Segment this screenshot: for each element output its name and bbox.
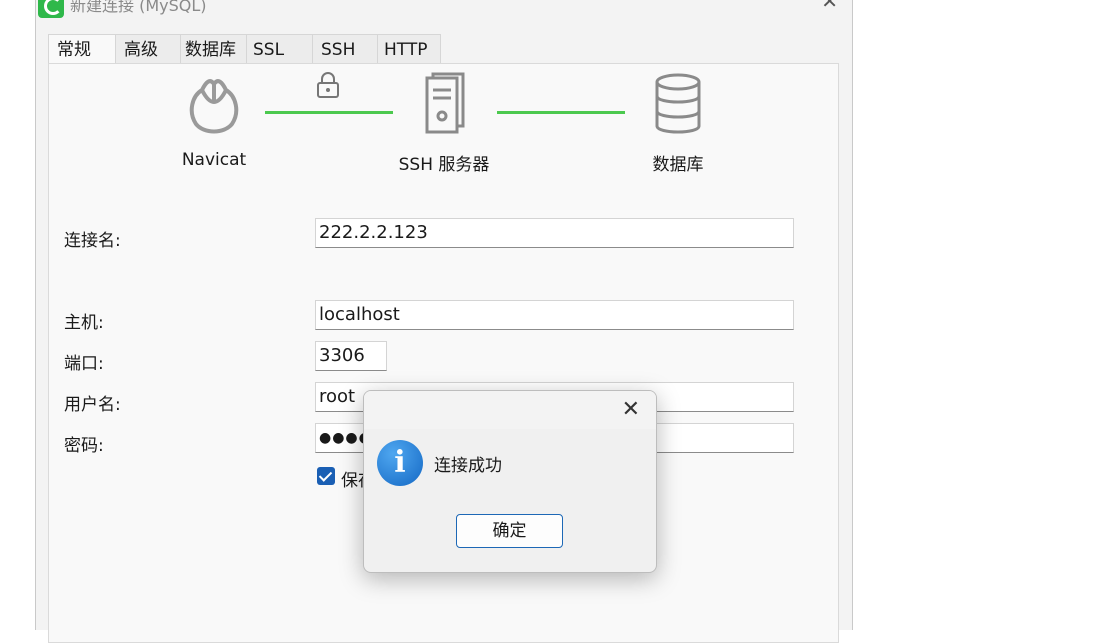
ssh-server-node: SSH 服务器 xyxy=(379,72,509,175)
save-password-checkbox[interactable] xyxy=(317,467,335,485)
lock-icon xyxy=(317,72,339,98)
navicat-logo-icon xyxy=(189,79,239,134)
host-label: 主机: xyxy=(64,313,104,333)
connection-line-left xyxy=(265,111,393,114)
tab-database[interactable]: 数据库 xyxy=(180,34,247,64)
title-bar: 新建连接 (MySQL) ✕ xyxy=(36,0,852,18)
server-icon xyxy=(425,72,465,134)
host-input[interactable]: localhost xyxy=(315,300,794,330)
password-label: 密码: xyxy=(64,436,104,456)
window-title: 新建连接 (MySQL) xyxy=(70,0,207,15)
tab-ssl[interactable]: SSL xyxy=(246,34,313,64)
port-label: 端口: xyxy=(64,354,104,374)
connection-name-input[interactable]: 222.2.2.123 xyxy=(315,218,794,248)
info-icon: i xyxy=(377,440,423,486)
navicat-label: Navicat xyxy=(181,150,247,170)
connection-success-dialog: ✕ i 连接成功 确定 xyxy=(363,390,657,573)
database-node: 数据库 xyxy=(629,72,727,175)
tab-advanced[interactable]: 高级 xyxy=(115,34,181,64)
tab-bar: 常规 高级 数据库 SSL SSH HTTP xyxy=(48,34,441,66)
tab-general[interactable]: 常规 xyxy=(48,34,116,66)
navicat-node: Navicat xyxy=(159,72,269,170)
tab-ssh[interactable]: SSH xyxy=(312,34,378,64)
ok-button[interactable]: 确定 xyxy=(456,514,563,548)
tab-http[interactable]: HTTP xyxy=(377,34,441,64)
database-icon xyxy=(655,73,701,134)
window-close-icon[interactable]: ✕ xyxy=(821,0,838,11)
dialog-close-icon[interactable]: ✕ xyxy=(622,397,640,422)
database-label: 数据库 xyxy=(652,155,704,175)
ssh-server-label: SSH 服务器 xyxy=(398,155,490,175)
connection-line-right xyxy=(497,111,625,114)
port-input[interactable]: 3306 xyxy=(315,341,387,371)
navicat-app-icon xyxy=(38,0,64,18)
dialog-title-bar: ✕ xyxy=(364,391,656,429)
username-label: 用户名: xyxy=(64,395,121,415)
connection-name-label: 连接名: xyxy=(64,231,121,251)
dialog-message: 连接成功 xyxy=(434,456,502,476)
